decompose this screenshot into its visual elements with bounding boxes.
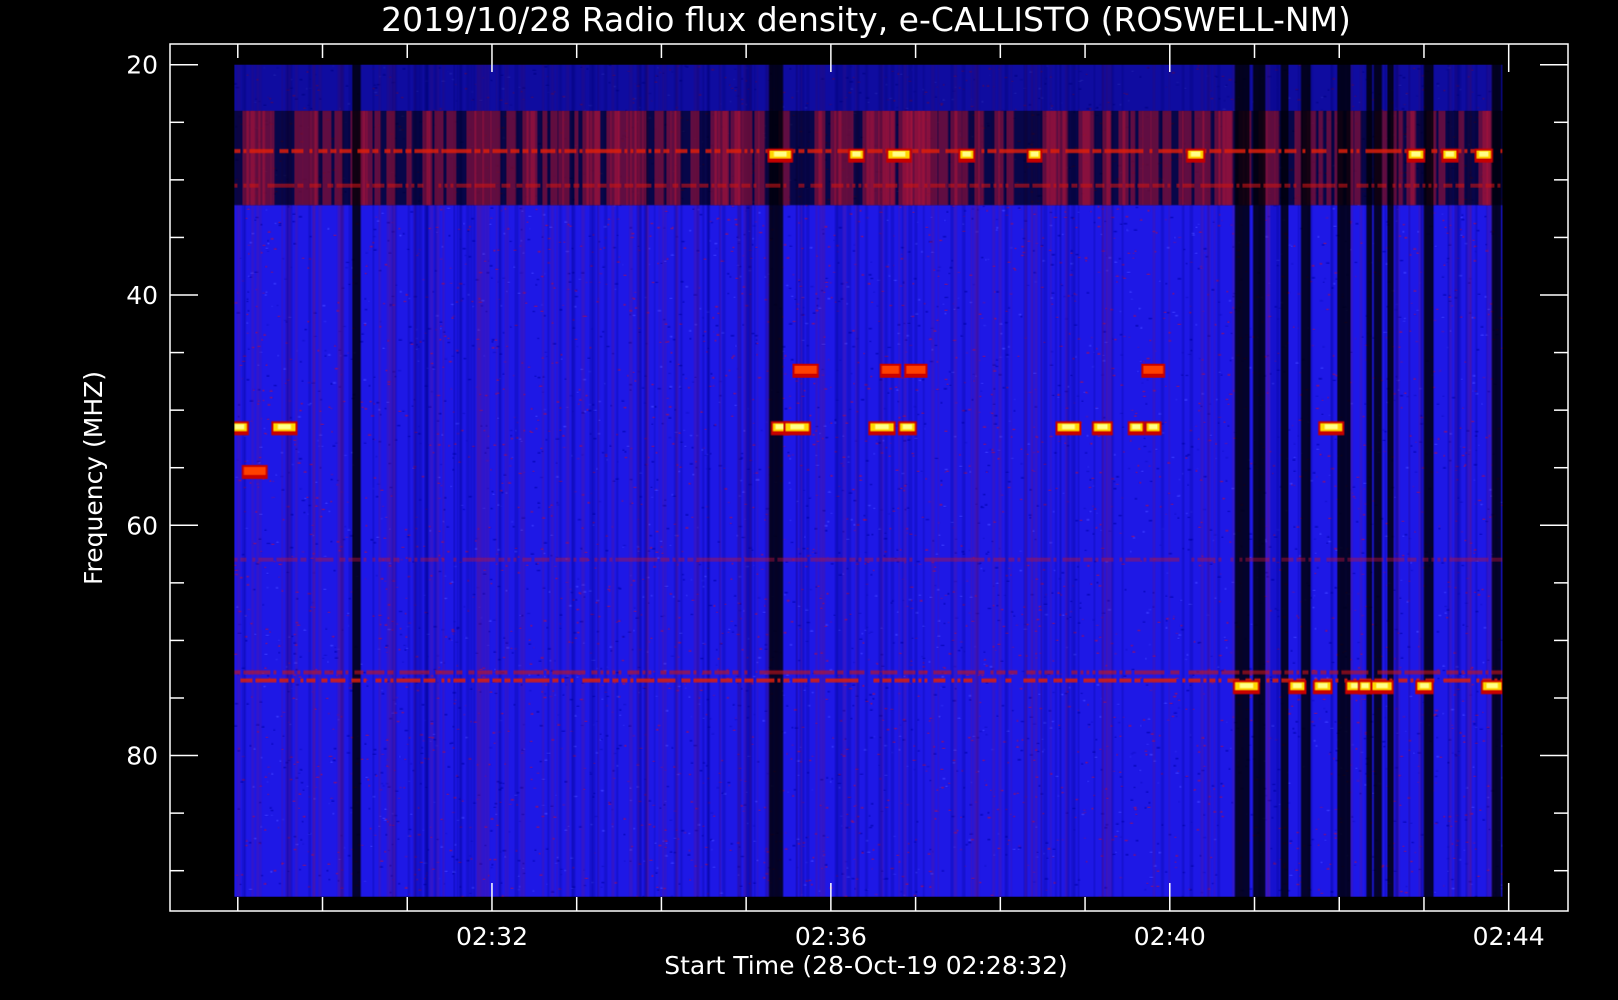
x-tick-label: 02:36 <box>795 922 867 951</box>
y-tick-label: 60 <box>126 511 158 540</box>
x-axis-tick-labels: 02:32 02:36 02:40 02:44 <box>456 922 1545 951</box>
x-tick-label: 02:44 <box>1473 922 1545 951</box>
y-tick-label: 20 <box>126 51 158 80</box>
x-tick-label: 02:40 <box>1134 922 1206 951</box>
y-axis-label: Frequency (MHZ) <box>79 371 108 585</box>
x-tick-label: 02:32 <box>456 922 528 951</box>
heatmap-image <box>234 64 1503 897</box>
spectrogram-chart: 2019/10/28 Radio flux density, e-CALLIST… <box>79 0 1569 980</box>
y-tick-label: 40 <box>126 281 158 310</box>
y-tick-label: 80 <box>126 742 158 771</box>
x-axis-label: Start Time (28-Oct-19 02:28:32) <box>664 951 1067 980</box>
chart-title: 2019/10/28 Radio flux density, e-CALLIST… <box>381 0 1351 39</box>
y-axis-tick-labels: 20 40 60 80 <box>126 51 158 771</box>
